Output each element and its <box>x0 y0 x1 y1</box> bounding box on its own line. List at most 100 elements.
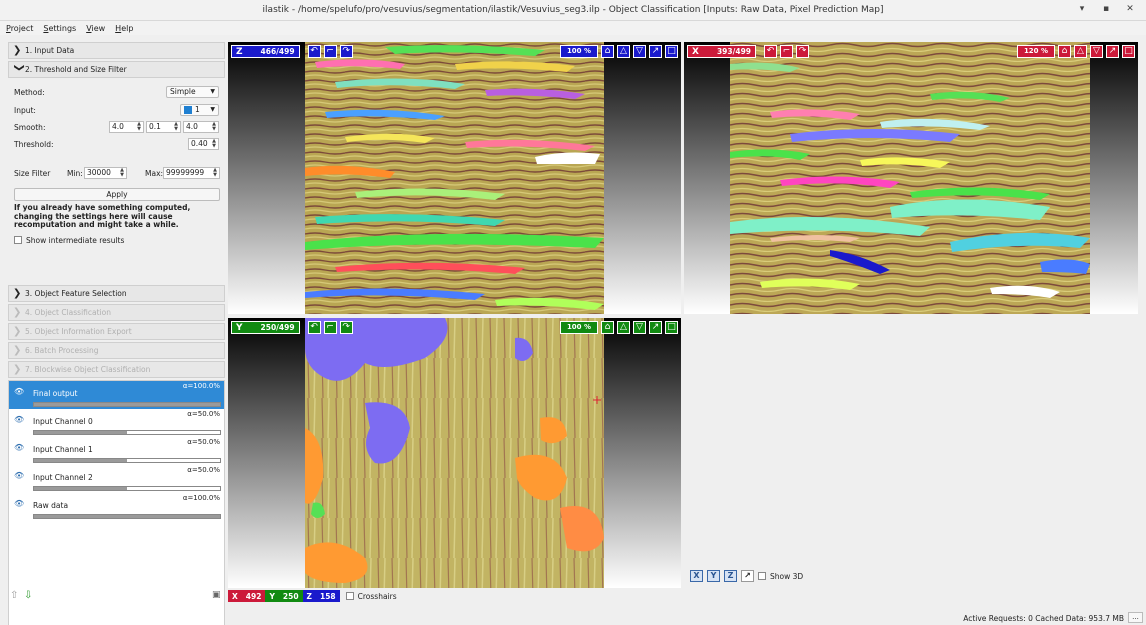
eye-icon[interactable]: 👁 <box>14 471 24 480</box>
slice-down-icon[interactable]: ▽ <box>1090 45 1103 58</box>
applet-input-data[interactable]: ❯ 1. Input Data <box>8 42 225 59</box>
eye-icon[interactable]: 👁 <box>14 499 24 508</box>
layer-alpha: α=50.0% <box>187 438 220 446</box>
show-intermediate-checkbox[interactable] <box>14 236 22 244</box>
zoom-level[interactable]: 120 % <box>1016 45 1055 58</box>
expand-icon[interactable]: ↗ <box>649 45 662 58</box>
applet-blockwise-object-classification: ❯ 7. Blockwise Object Classification <box>8 361 225 378</box>
smooth-y-spinbox[interactable]: 0.1 ▲ ▼ <box>146 121 181 133</box>
maximize-button[interactable]: ▪ <box>1100 4 1112 14</box>
viewer-y[interactable]: Y 250/499 ↶ ⌐ ↷ 100 % ⌂ △ ▽ ↗ □ <box>228 318 681 588</box>
size-min-spinbox[interactable]: 30000 ▲ ▼ <box>84 167 127 179</box>
slice-down-icon[interactable]: ▽ <box>633 45 646 58</box>
opacity-slider[interactable] <box>33 514 221 519</box>
rotate-icon[interactable]: ⌐ <box>780 45 794 58</box>
rotate-icon[interactable]: ⌐ <box>323 45 337 58</box>
applet-threshold-size-filter[interactable]: ❯ 2. Threshold and Size Filter <box>8 61 225 78</box>
show-x-slice-button[interactable]: X <box>690 570 703 582</box>
camera-icon[interactable]: ⌂ <box>1058 45 1071 58</box>
menu-project[interactable]: Project <box>6 24 33 33</box>
slice-down-icon[interactable]: ▽ <box>633 321 646 334</box>
layer-name: Final output <box>33 389 78 398</box>
min-label: Min: <box>67 169 83 178</box>
redo-icon[interactable]: ↷ <box>339 45 353 58</box>
show-3d-checkbox[interactable] <box>758 572 766 580</box>
menu-settings[interactable]: Settings <box>43 24 76 33</box>
opacity-slider[interactable] <box>33 430 221 435</box>
opacity-slider[interactable] <box>33 402 221 407</box>
z-coordinate[interactable]: Z 158 <box>302 590 340 602</box>
applet-object-feature-selection[interactable]: ❯ 3. Object Feature Selection <box>8 285 225 302</box>
undo-icon[interactable]: ↶ <box>764 45 778 58</box>
eye-icon[interactable]: 👁 <box>14 415 24 424</box>
input-select[interactable]: 1 ▼ <box>180 104 219 116</box>
crosshairs-label: Crosshairs <box>357 591 397 601</box>
layer-raw-data[interactable]: 👁 Raw data α=100.0% <box>9 493 224 521</box>
size-filter-label: Size Filter <box>14 169 51 178</box>
slice-value: 393/499 <box>716 47 752 56</box>
layer-options-icon[interactable]: ▣ <box>212 590 221 600</box>
spin-arrows-icon: ▲ ▼ <box>120 167 124 178</box>
maximize-view-icon[interactable]: □ <box>665 321 678 334</box>
slice-indicator-y[interactable]: Y 250/499 <box>231 321 300 334</box>
close-button[interactable]: ✕ <box>1124 4 1136 14</box>
viewer-z[interactable]: Z 466/499 ↶ ⌐ ↷ 100 % ⌂ △ ▽ ↗ □ <box>228 42 681 314</box>
slice-value: 250/499 <box>260 323 295 332</box>
viewer-x[interactable]: X 393/499 ↶ ⌐ ↷ 120 % ⌂ △ ▽ ↗ □ <box>684 42 1138 314</box>
slice-indicator-x[interactable]: X 393/499 <box>687 45 757 58</box>
camera-icon[interactable]: ⌂ <box>601 45 614 58</box>
chevron-down-icon: ▼ <box>210 106 215 113</box>
expand-icon[interactable]: ↗ <box>741 570 754 582</box>
status-more-button[interactable]: ... <box>1128 612 1143 623</box>
show-z-slice-button[interactable]: Z <box>724 570 737 582</box>
applet-drawer: ❯ 1. Input Data ❯ 2. Threshold and Size … <box>8 42 226 625</box>
smooth-y-value: 0.1 <box>149 122 161 131</box>
slice-up-icon[interactable]: △ <box>617 45 630 58</box>
method-select[interactable]: Simple ▼ <box>166 86 219 98</box>
move-layer-down-icon[interactable]: ⇩ <box>24 590 32 601</box>
slice-up-icon[interactable]: △ <box>1074 45 1087 58</box>
expand-icon[interactable]: ↗ <box>649 321 662 334</box>
smooth-x-spinbox[interactable]: 4.0 ▲ ▼ <box>109 121 144 133</box>
camera-icon[interactable]: ⌂ <box>601 321 614 334</box>
opacity-slider[interactable] <box>33 458 221 463</box>
opacity-slider[interactable] <box>33 486 221 491</box>
undo-icon[interactable]: ↶ <box>307 321 321 334</box>
menu-view[interactable]: View <box>86 24 105 33</box>
chevron-right-icon: ❯ <box>13 364 22 375</box>
recomputation-warning: If you already have something computed, … <box>14 203 191 229</box>
slice-indicator-z[interactable]: Z 466/499 <box>231 45 300 58</box>
minimize-button[interactable]: ▾ <box>1076 4 1088 14</box>
eye-icon[interactable]: 👁 <box>14 387 24 396</box>
layer-input-channel-0[interactable]: 👁 Input Channel 0 α=50.0% <box>9 409 224 437</box>
channel-color-swatch <box>184 106 192 114</box>
size-max-value: 99999999 <box>166 168 205 177</box>
zoom-level[interactable]: 100 % <box>559 321 598 334</box>
size-max-spinbox[interactable]: 99999999 ▲ ▼ <box>163 167 220 179</box>
x-coordinate[interactable]: X 492 <box>228 590 266 602</box>
move-layer-up-icon[interactable]: ⇧ <box>10 590 18 601</box>
expand-icon[interactable]: ↗ <box>1106 45 1119 58</box>
y-coordinate[interactable]: Y 250 <box>265 590 303 602</box>
maximize-view-icon[interactable]: □ <box>1122 45 1135 58</box>
apply-button[interactable]: Apply <box>14 188 220 201</box>
layer-name: Input Channel 1 <box>33 445 93 454</box>
layer-input-channel-2[interactable]: 👁 Input Channel 2 α=50.0% <box>9 465 224 493</box>
slice-up-icon[interactable]: △ <box>617 321 630 334</box>
zoom-level[interactable]: 100 % <box>559 45 598 58</box>
undo-icon[interactable]: ↶ <box>307 45 321 58</box>
applet-label: 6. Batch Processing <box>25 346 99 355</box>
redo-icon[interactable]: ↷ <box>796 45 810 58</box>
threshold-spinbox[interactable]: 0.40 ▲ ▼ <box>188 138 219 150</box>
smooth-z-spinbox[interactable]: 4.0 ▲ ▼ <box>183 121 219 133</box>
crosshairs-checkbox[interactable] <box>345 592 354 600</box>
maximize-view-icon[interactable]: □ <box>665 45 678 58</box>
layer-final-output[interactable]: 👁 Final output α=100.0% <box>9 381 224 409</box>
eye-icon[interactable]: 👁 <box>14 443 24 452</box>
status-text: Active Requests: 0 Cached Data: 953.7 MB <box>963 614 1124 623</box>
layer-input-channel-1[interactable]: 👁 Input Channel 1 α=50.0% <box>9 437 224 465</box>
redo-icon[interactable]: ↷ <box>339 321 353 334</box>
rotate-icon[interactable]: ⌐ <box>323 321 337 334</box>
show-y-slice-button[interactable]: Y <box>707 570 720 582</box>
menu-help[interactable]: Help <box>115 24 133 33</box>
